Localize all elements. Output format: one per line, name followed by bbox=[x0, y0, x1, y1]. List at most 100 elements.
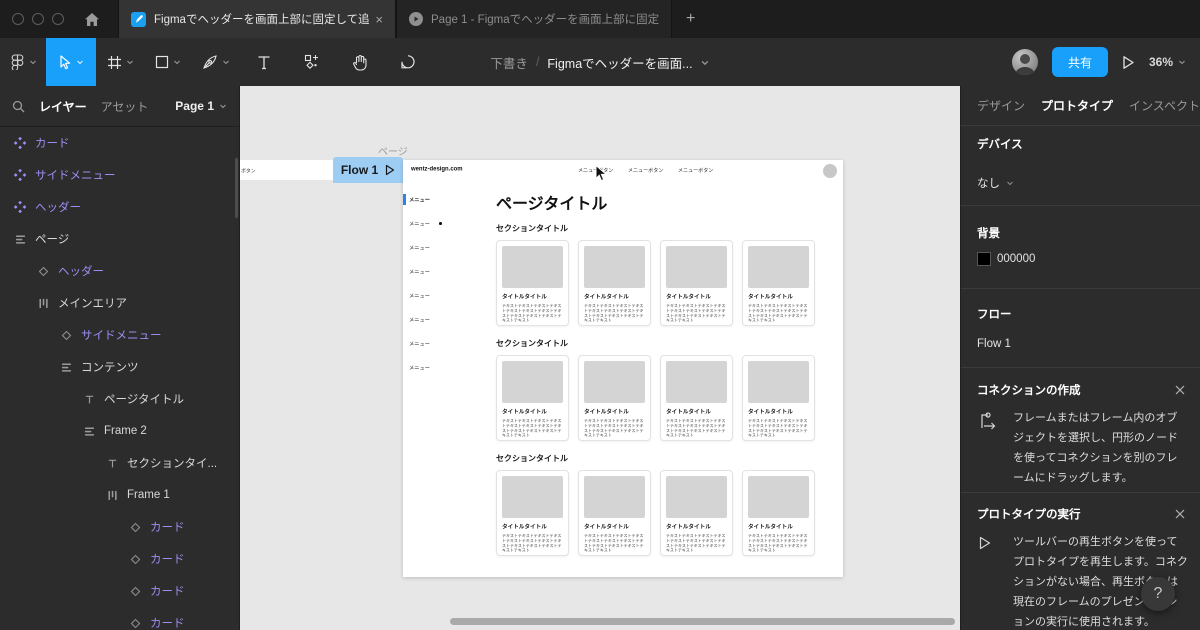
card-image-placeholder bbox=[584, 246, 645, 288]
card-image-placeholder bbox=[748, 361, 809, 403]
window-tab-bar: Figmaでヘッダーを画面上部に固定して追 × Page 1 - Figmaでヘ… bbox=[0, 0, 1200, 38]
tab-title: Page 1 - Figmaでヘッダーを画面上部に固定 bbox=[431, 14, 659, 26]
card[interactable]: タイトルタイトル テキストテキストテキストテキストテキストテキストテキストテキス… bbox=[578, 355, 651, 441]
layer-row[interactable]: メインエリア bbox=[0, 287, 239, 319]
panel-tab[interactable]: プロトタイプ bbox=[1041, 97, 1113, 114]
section-title[interactable]: セクションタイトル bbox=[496, 338, 826, 350]
horizontal-scrollbar[interactable] bbox=[450, 618, 955, 625]
layer-row[interactable]: ページタイトル bbox=[0, 383, 239, 415]
layer-row[interactable]: カード bbox=[0, 127, 239, 159]
section-title[interactable]: セクションタイトル bbox=[496, 453, 826, 465]
page-selector[interactable]: Page 1 bbox=[175, 99, 227, 113]
tab-layers[interactable]: レイヤー bbox=[39, 98, 87, 115]
card[interactable]: タイトルタイトル テキストテキストテキストテキストテキストテキストテキストテキス… bbox=[660, 355, 733, 441]
layer-row[interactable]: カード bbox=[0, 607, 239, 630]
chevron-down-icon bbox=[77, 60, 83, 65]
panel-tab[interactable]: インスペクト bbox=[1129, 97, 1200, 114]
card[interactable]: タイトルタイトル テキストテキストテキストテキストテキストテキストテキストテキス… bbox=[578, 240, 651, 326]
hand-tool-button[interactable] bbox=[336, 38, 384, 86]
toolbar-right-group: 共有 36% bbox=[1011, 38, 1186, 86]
frame-tool-button[interactable] bbox=[96, 38, 144, 86]
window-close-button[interactable] bbox=[12, 13, 24, 25]
layer-type-icon bbox=[129, 618, 141, 629]
file-tab-active[interactable]: Figmaでヘッダーを画面上部に固定して追 × bbox=[118, 0, 396, 38]
layer-row[interactable]: ヘッダー bbox=[0, 255, 239, 287]
frame-name-label[interactable]: ページ bbox=[378, 143, 408, 158]
text-tool-button[interactable] bbox=[240, 38, 288, 86]
card[interactable]: タイトルタイトル テキストテキストテキストテキストテキストテキストテキストテキス… bbox=[578, 470, 651, 556]
chevron-down-icon[interactable] bbox=[701, 58, 710, 67]
flow-play-icon[interactable] bbox=[385, 164, 395, 176]
tab-assets[interactable]: アセット bbox=[101, 98, 149, 115]
layer-row[interactable]: ヘッダー bbox=[0, 191, 239, 223]
layer-row[interactable]: ページ bbox=[0, 223, 239, 255]
shape-tool-button[interactable] bbox=[144, 38, 192, 86]
card-image-placeholder bbox=[748, 246, 809, 288]
card[interactable]: タイトルタイトル テキストテキストテキストテキストテキストテキストテキストテキス… bbox=[742, 240, 815, 326]
canvas[interactable]: ページ ボタン Flow 1 wentz-design.com メニューボタン … bbox=[240, 86, 960, 630]
main-menu-button[interactable] bbox=[0, 38, 46, 86]
card-body-text: テキストテキストテキストテキストテキストテキストテキストテキストテキストテキスト… bbox=[748, 419, 808, 438]
card-row: タイトルタイトル テキストテキストテキストテキストテキストテキストテキストテキス… bbox=[496, 240, 826, 326]
present-button[interactable] bbox=[1122, 55, 1135, 70]
mock-section[interactable]: セクションタイトル タイトルタイトル テキストテキストテキストテキストテキストテ… bbox=[496, 223, 826, 326]
card-body-text: テキストテキストテキストテキストテキストテキストテキストテキストテキストテキスト… bbox=[584, 304, 644, 323]
flow-badge[interactable]: Flow 1 bbox=[333, 157, 403, 183]
layer-row[interactable]: カード bbox=[0, 543, 239, 575]
layer-row[interactable]: セクションタイ... bbox=[0, 447, 239, 479]
window-minimize-button[interactable] bbox=[32, 13, 44, 25]
mock-section[interactable]: セクションタイトル タイトルタイトル テキストテキストテキストテキストテキストテ… bbox=[496, 338, 826, 441]
clipped-frame-fragment[interactable]: ボタン bbox=[240, 160, 333, 180]
flow-value: Flow 1 bbox=[977, 338, 1011, 350]
layer-type-icon bbox=[129, 554, 141, 565]
layer-row[interactable]: コンテンツ bbox=[0, 351, 239, 383]
help-button[interactable]: ? bbox=[1141, 577, 1175, 611]
home-button[interactable] bbox=[80, 7, 104, 31]
window-zoom-button[interactable] bbox=[52, 13, 64, 25]
layers-list: カード サイドメニュー ヘッダー ページ ヘッダー メインエリア サイドメニュー… bbox=[0, 127, 239, 630]
comment-tool-button[interactable] bbox=[384, 38, 432, 86]
card[interactable]: タイトルタイトル テキストテキストテキストテキストテキストテキストテキストテキス… bbox=[496, 240, 569, 326]
background-hex-value[interactable]: 000000 bbox=[997, 253, 1035, 265]
device-selector[interactable]: なし bbox=[977, 175, 1014, 191]
card-body-text: テキストテキストテキストテキストテキストテキストテキストテキストテキストテキスト… bbox=[502, 304, 562, 323]
breadcrumb[interactable]: 下書き / Figmaでヘッダーを画面... bbox=[490, 38, 709, 86]
flow-section-label: フロー bbox=[977, 309, 1012, 321]
card[interactable]: タイトルタイトル テキストテキストテキストテキストテキストテキストテキストテキス… bbox=[660, 240, 733, 326]
search-icon[interactable] bbox=[12, 100, 25, 113]
card[interactable]: タイトルタイトル テキストテキストテキストテキストテキストテキストテキストテキス… bbox=[742, 355, 815, 441]
card[interactable]: タイトルタイトル テキストテキストテキストテキストテキストテキストテキストテキス… bbox=[742, 470, 815, 556]
layer-row[interactable]: サイドメニュー bbox=[0, 319, 239, 351]
layer-row[interactable]: Frame 1 bbox=[0, 479, 239, 511]
new-tab-button[interactable]: + bbox=[686, 10, 695, 28]
close-icon[interactable] bbox=[1174, 508, 1186, 520]
comment-icon bbox=[401, 55, 415, 69]
layer-row[interactable]: Frame 2 bbox=[0, 415, 239, 447]
project-name[interactable]: 下書き bbox=[490, 53, 528, 72]
mock-section[interactable]: セクションタイトル タイトルタイトル テキストテキストテキストテキストテキストテ… bbox=[496, 453, 826, 556]
section-title[interactable]: セクションタイトル bbox=[496, 223, 826, 235]
file-tab-inactive[interactable]: Page 1 - Figmaでヘッダーを画面上部に固定 bbox=[396, 0, 672, 38]
user-avatar[interactable] bbox=[1011, 49, 1038, 75]
zoom-menu[interactable]: 36% bbox=[1149, 55, 1186, 69]
flow-row[interactable]: Flow 1 bbox=[977, 338, 1011, 350]
share-button[interactable]: 共有 bbox=[1051, 47, 1108, 77]
card-image-placeholder bbox=[666, 476, 727, 518]
card[interactable]: タイトルタイトル テキストテキストテキストテキストテキストテキストテキストテキス… bbox=[496, 470, 569, 556]
card[interactable]: タイトルタイトル テキストテキストテキストテキストテキストテキストテキストテキス… bbox=[496, 355, 569, 441]
move-tool-button[interactable] bbox=[46, 38, 96, 86]
layer-row[interactable]: カード bbox=[0, 511, 239, 543]
panel-tab[interactable]: デザイン bbox=[977, 97, 1025, 114]
tab-close-icon[interactable]: × bbox=[375, 12, 383, 27]
layer-type-icon bbox=[83, 426, 95, 437]
layer-row[interactable]: サイドメニュー bbox=[0, 159, 239, 191]
background-color-swatch[interactable] bbox=[977, 252, 991, 266]
pen-tool-button[interactable] bbox=[192, 38, 240, 86]
close-icon[interactable] bbox=[1174, 384, 1186, 396]
resources-tool-button[interactable] bbox=[288, 38, 336, 86]
card[interactable]: タイトルタイトル テキストテキストテキストテキストテキストテキストテキストテキス… bbox=[660, 470, 733, 556]
chevron-down-icon bbox=[126, 60, 133, 65]
layers-scrollbar[interactable] bbox=[235, 158, 238, 218]
design-frame[interactable]: wentz-design.com メニューボタン メニューボタン メニューボタン… bbox=[403, 160, 843, 577]
layer-row[interactable]: カード bbox=[0, 575, 239, 607]
